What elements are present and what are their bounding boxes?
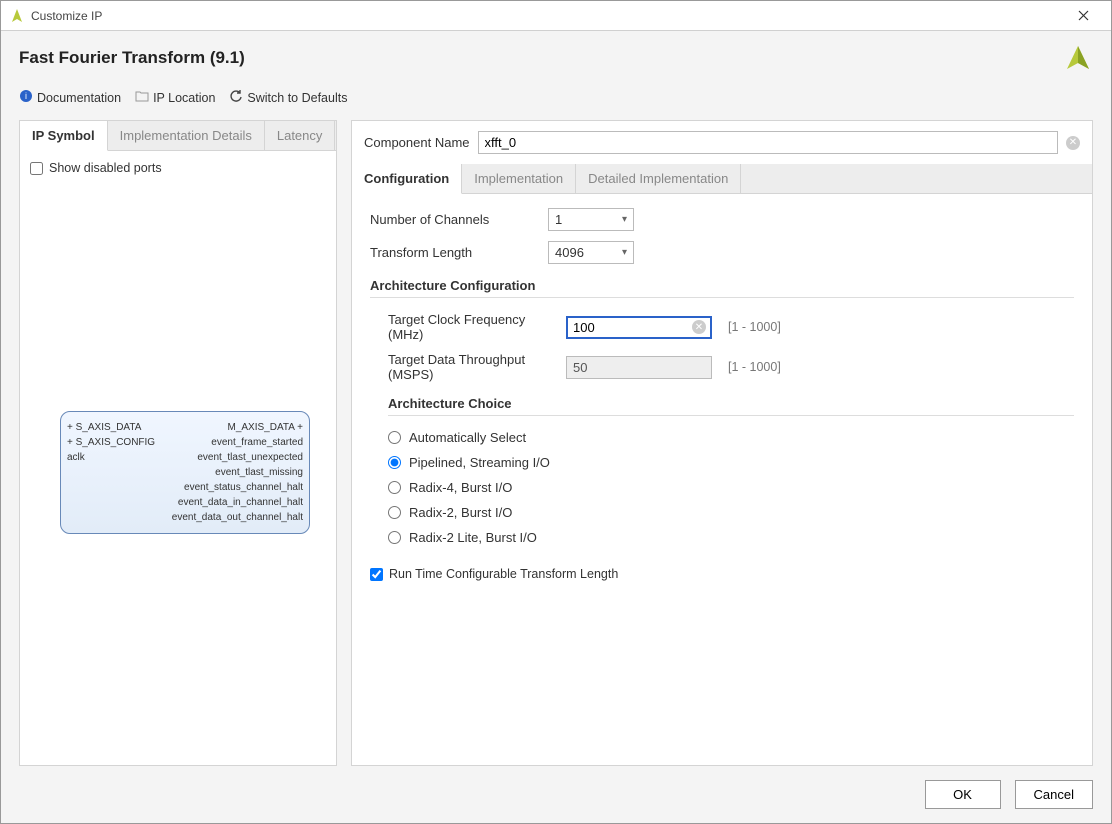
ip-location-label: IP Location [153,91,215,105]
ip-left-ports: + S_AXIS_DATA + S_AXIS_CONFIG aclk [67,420,155,525]
window-title: Customize IP [31,9,1063,23]
left-tabs: IP Symbol Implementation Details Latency [20,121,336,151]
port-event-status-halt: event_status_channel_halt [172,480,303,495]
target-clock-input[interactable] [566,316,712,339]
transform-length-value: 4096 [555,245,584,260]
arch-radio-auto[interactable] [388,431,401,444]
clear-target-clock-icon[interactable]: ✕ [692,320,706,334]
target-throughput-label: Target Data Throughput (MSPS) [388,352,558,382]
port-event-frame-started: event_frame_started [172,435,303,450]
arch-radio-radix2lite[interactable] [388,531,401,544]
close-button[interactable] [1063,2,1103,30]
customize-ip-window: Customize IP Fast Fourier Transform (9.1… [0,0,1112,824]
show-disabled-ports-row[interactable]: Show disabled ports [30,161,326,175]
port-s-axis-data: + S_AXIS_DATA [67,420,155,435]
target-clock-row: Target Clock Frequency (MHz) ✕ [1 - 1000… [388,312,1074,342]
chevron-down-icon: ▾ [622,247,627,258]
app-icon [9,8,25,24]
arch-radio-pipelined[interactable] [388,456,401,469]
arch-radio-radix2[interactable] [388,506,401,519]
arch-option-radix4[interactable]: Radix-4, Burst I/O [388,480,1074,495]
right-tabs: Configuration Implementation Detailed Im… [352,164,1092,194]
port-m-axis-data: M_AXIS_DATA + [172,420,303,435]
transform-length-row: Transform Length 4096 ▾ [370,241,1074,264]
show-disabled-ports-label: Show disabled ports [49,161,162,175]
documentation-label: Documentation [37,91,121,105]
arch-radio-radix4[interactable] [388,481,401,494]
ip-title: Fast Fourier Transform (9.1) [19,48,1063,68]
left-body: Show disabled ports + S_AXIS_DATA + S_AX… [20,151,336,765]
cancel-button[interactable]: Cancel [1015,780,1093,809]
ok-button[interactable]: OK [925,780,1001,809]
tab-latency[interactable]: Latency [265,121,336,150]
num-channels-select[interactable]: 1 ▾ [548,208,634,231]
titlebar: Customize IP [1,1,1111,31]
left-panel: IP Symbol Implementation Details Latency… [19,120,337,766]
target-throughput-row: Target Data Throughput (MSPS) [1 - 1000] [388,352,1074,382]
tab-impl-details[interactable]: Implementation Details [108,121,265,150]
num-channels-value: 1 [555,212,562,227]
target-throughput-input [566,356,712,379]
target-clock-label: Target Clock Frequency (MHz) [388,312,558,342]
documentation-link[interactable]: i Documentation [19,89,121,106]
component-name-label: Component Name [364,135,470,150]
port-aclk: aclk [67,450,155,465]
chevron-down-icon: ▾ [622,214,627,225]
ip-right-ports: M_AXIS_DATA + event_frame_started event_… [172,420,303,525]
close-icon [1078,10,1089,21]
port-event-tlast-unexpected: event_tlast_unexpected [172,450,303,465]
target-throughput-hint: [1 - 1000] [728,360,781,374]
arch-choice-header: Architecture Choice [388,396,1074,411]
configuration-body: Number of Channels 1 ▾ Transform Length … [352,194,1092,595]
switch-defaults-link[interactable]: Switch to Defaults [229,89,347,106]
arch-label-radix2: Radix-2, Burst I/O [409,505,512,520]
transform-length-label: Transform Length [370,245,540,260]
footer: OK Cancel [1,766,1111,823]
folder-icon [135,90,149,105]
header-row: Fast Fourier Transform (9.1) [19,43,1093,73]
ip-location-link[interactable]: IP Location [135,90,215,105]
tab-implementation[interactable]: Implementation [462,164,576,193]
transform-length-select[interactable]: 4096 ▾ [548,241,634,264]
tab-configuration[interactable]: Configuration [352,164,462,194]
port-event-tlast-missing: event_tlast_missing [172,465,303,480]
port-event-data-in-halt: event_data_in_channel_halt [172,495,303,510]
divider [388,415,1074,416]
tab-ip-symbol[interactable]: IP Symbol [20,121,108,151]
ip-symbol-block[interactable]: + S_AXIS_DATA + S_AXIS_CONFIG aclk M_AXI… [60,411,310,534]
arch-option-radix2[interactable]: Radix-2, Burst I/O [388,505,1074,520]
info-icon: i [19,89,33,106]
port-event-data-out-halt: event_data_out_channel_halt [172,510,303,525]
arch-label-auto: Automatically Select [409,430,526,445]
arch-label-radix4: Radix-4, Burst I/O [409,480,512,495]
switch-defaults-label: Switch to Defaults [247,91,347,105]
runtime-config-label: Run Time Configurable Transform Length [389,567,618,581]
num-channels-label: Number of Channels [370,212,540,227]
runtime-config-row[interactable]: Run Time Configurable Transform Length [370,567,1074,581]
divider [370,297,1074,298]
main-area: Fast Fourier Transform (9.1) i Documenta… [1,31,1111,766]
arch-config-header: Architecture Configuration [370,278,1074,293]
arch-option-radix2lite[interactable]: Radix-2 Lite, Burst I/O [388,530,1074,545]
body-row: IP Symbol Implementation Details Latency… [19,120,1093,766]
svg-text:i: i [25,91,27,101]
arch-option-auto[interactable]: Automatically Select [388,430,1074,445]
clear-component-name-icon[interactable]: ✕ [1066,136,1080,150]
target-clock-hint: [1 - 1000] [728,320,781,334]
num-channels-row: Number of Channels 1 ▾ [370,208,1074,231]
vendor-logo [1063,43,1093,73]
runtime-config-checkbox[interactable] [370,568,383,581]
arch-label-radix2lite: Radix-2 Lite, Burst I/O [409,530,537,545]
arch-label-pipelined: Pipelined, Streaming I/O [409,455,550,470]
arch-option-pipelined[interactable]: Pipelined, Streaming I/O [388,455,1074,470]
component-name-row: Component Name ✕ [352,121,1092,164]
right-panel: Component Name ✕ Configuration Implement… [351,120,1093,766]
show-disabled-ports-checkbox[interactable] [30,162,43,175]
component-name-input[interactable] [478,131,1059,154]
toolbar: i Documentation IP Location Switch to De… [19,89,1093,106]
refresh-icon [229,89,243,106]
tab-detailed-implementation[interactable]: Detailed Implementation [576,164,741,193]
port-s-axis-config: + S_AXIS_CONFIG [67,435,155,450]
